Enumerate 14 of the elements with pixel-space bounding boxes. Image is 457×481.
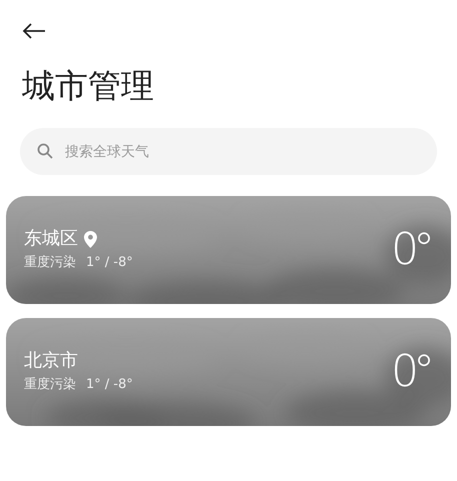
search-icon: [37, 143, 53, 159]
air-quality: 重度污染: [24, 376, 76, 394]
air-quality: 重度污染: [24, 254, 76, 272]
city-name: 北京市: [24, 349, 78, 374]
temperature-range: 1° / -8°: [86, 254, 133, 272]
city-card[interactable]: 北京市 重度污染 1° / -8° 0°: [6, 318, 451, 426]
current-temperature: 0°: [391, 224, 430, 276]
city-card[interactable]: 东城区 重度污染 1° / -8° 0°: [6, 196, 451, 304]
temperature-range: 1° / -8°: [86, 376, 133, 394]
current-temperature: 0°: [391, 346, 430, 398]
city-name: 东城区: [24, 227, 78, 252]
search-field[interactable]: 搜索全球天气: [20, 128, 437, 175]
back-arrow-icon: [22, 23, 46, 39]
page-title: 城市管理: [22, 65, 155, 107]
